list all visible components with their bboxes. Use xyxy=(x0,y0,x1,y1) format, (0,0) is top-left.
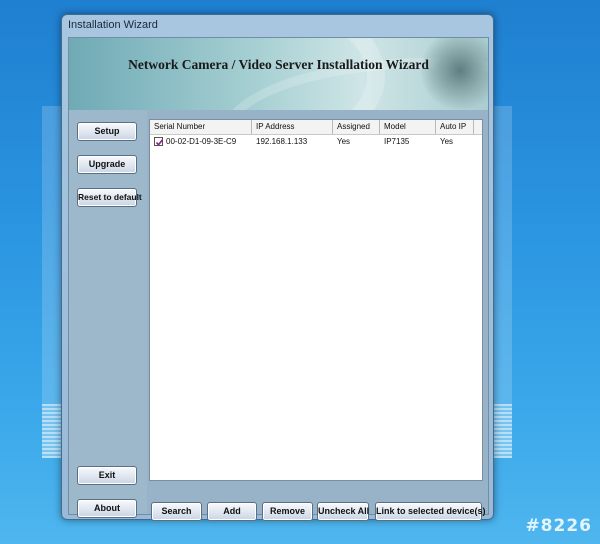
exit-button[interactable]: Exit xyxy=(77,466,137,485)
cell-ip-address: 192.168.1.133 xyxy=(256,137,308,146)
list-header: Serial Number IP Address Assigned Model … xyxy=(150,120,482,135)
cell-auto-ip: Yes xyxy=(440,137,454,146)
table-row[interactable]: 00-02-D1-09-3E-C9 192.168.1.133 Yes IP71… xyxy=(150,135,482,149)
cell-assigned: Yes xyxy=(337,137,351,146)
uncheck-all-button[interactable]: Uncheck All xyxy=(317,502,369,521)
column-header-ip-address[interactable]: IP Address xyxy=(252,120,333,134)
title-bar[interactable]: Installation Wizard xyxy=(62,15,493,37)
column-header-model[interactable]: Model xyxy=(380,120,436,134)
column-header-assigned[interactable]: Assigned xyxy=(333,120,380,134)
column-header-auto-ip[interactable]: Auto IP xyxy=(436,120,474,134)
setup-button[interactable]: Setup xyxy=(77,122,137,141)
search-button[interactable]: Search xyxy=(151,502,202,521)
link-to-selected-devices-button[interactable]: Link to selected device(s) xyxy=(375,502,486,521)
camera-graphic xyxy=(418,38,488,110)
banner-title: Network Camera / Video Server Installati… xyxy=(128,57,429,72)
window-title: Installation Wizard xyxy=(68,19,158,31)
about-button[interactable]: About xyxy=(77,499,137,518)
client-area: Network Camera / Video Server Installati… xyxy=(68,37,489,521)
banner: Network Camera / Video Server Installati… xyxy=(69,38,488,110)
cell-model: IP7135 xyxy=(384,137,410,146)
upgrade-button[interactable]: Upgrade xyxy=(77,155,137,174)
reset-to-default-button[interactable]: Reset to default xyxy=(77,188,142,207)
remove-button[interactable]: Remove xyxy=(262,502,313,521)
add-button[interactable]: Add xyxy=(207,502,257,521)
cell-serial-number: 00-02-D1-09-3E-C9 xyxy=(166,137,237,146)
installation-wizard-window: Installation Wizard Network Camera / Vid… xyxy=(61,14,494,521)
watermark: #8226 xyxy=(525,516,592,536)
device-list[interactable]: Serial Number IP Address Assigned Model … xyxy=(149,119,483,481)
column-header-serial-number[interactable]: Serial Number xyxy=(150,120,252,134)
